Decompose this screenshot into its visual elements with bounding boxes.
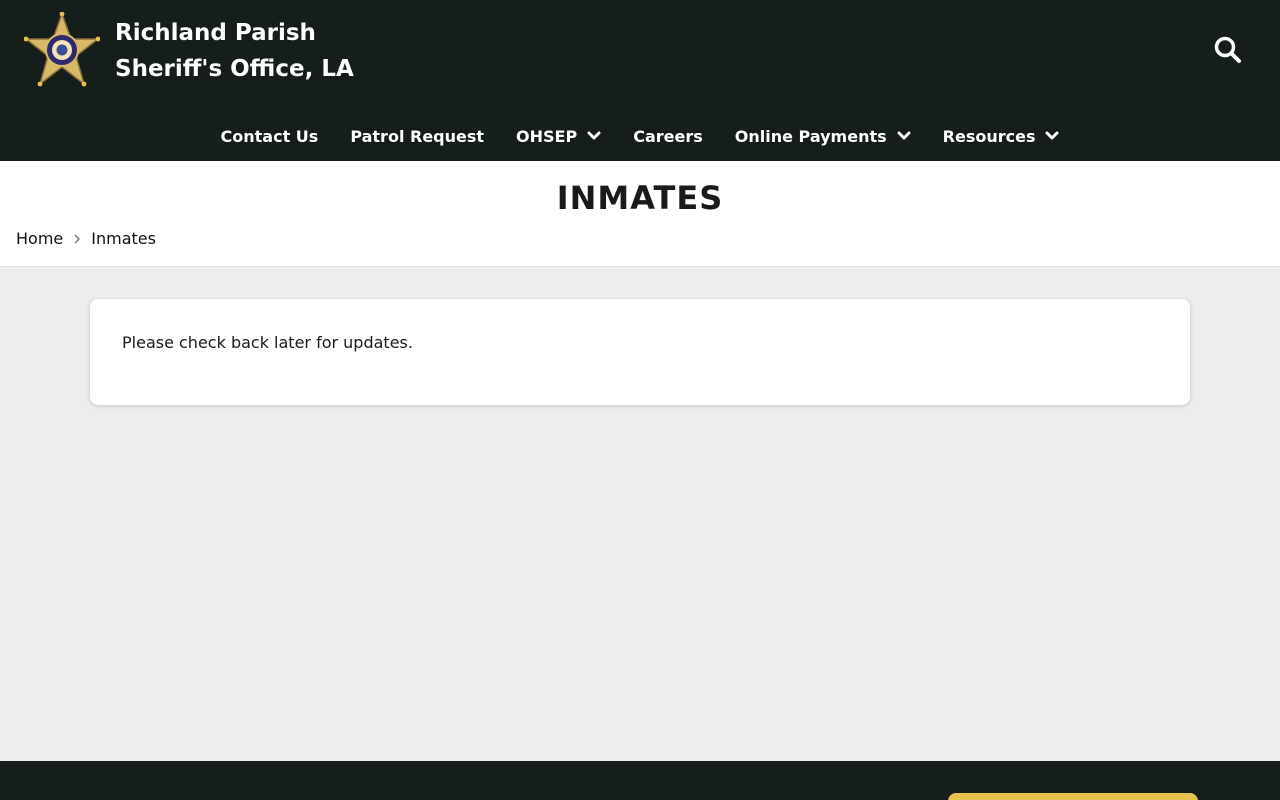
nav-item-label: Careers — [633, 126, 703, 146]
page-title-band: INMATES Home Inmates — [0, 161, 1280, 267]
site-header: Richland Parish Sheriff's Office, LA Con… — [0, 0, 1280, 161]
footer-action-button[interactable] — [948, 793, 1198, 800]
nav-item-label: Online Payments — [734, 126, 887, 146]
chevron-down-icon — [897, 131, 911, 140]
nav-item-label: Contact Us — [220, 126, 319, 146]
chevron-down-icon — [587, 131, 601, 140]
breadcrumb-home-link[interactable]: Home — [16, 229, 63, 248]
nav-item-resources[interactable]: Resources — [943, 127, 1060, 146]
nav-item-careers[interactable]: Careers — [633, 127, 703, 146]
nav-item-label: OHSEP — [516, 126, 578, 146]
sheriff-badge-logo[interactable] — [23, 11, 101, 88]
nav-item-label: Resources — [942, 126, 1036, 146]
main-nav: Contact Us Patrol Request OHSEP Careers … — [0, 118, 1280, 154]
breadcrumb-current: Inmates — [91, 229, 156, 248]
chevron-right-icon — [74, 234, 81, 243]
page-title: INMATES — [556, 179, 724, 217]
content-message: Please check back later for updates. — [122, 333, 413, 352]
content-card: Please check back later for updates. — [90, 299, 1190, 405]
site-footer — [0, 761, 1280, 800]
nav-item-online-payments[interactable]: Online Payments — [735, 127, 911, 146]
breadcrumb: Home Inmates — [16, 229, 156, 248]
chevron-down-icon — [1045, 131, 1059, 140]
nav-item-label: Patrol Request — [350, 126, 485, 146]
nav-item-ohsep[interactable]: OHSEP — [516, 127, 601, 146]
site-title-line2: Sheriff's Office, LA — [115, 56, 354, 82]
site-title-line1: Richland Parish — [115, 20, 316, 46]
nav-item-patrol-request[interactable]: Patrol Request — [350, 127, 484, 146]
nav-item-contact-us[interactable]: Contact Us — [221, 127, 319, 146]
search-icon[interactable] — [1212, 34, 1244, 66]
site-title[interactable]: Richland Parish Sheriff's Office, LA — [115, 15, 354, 87]
